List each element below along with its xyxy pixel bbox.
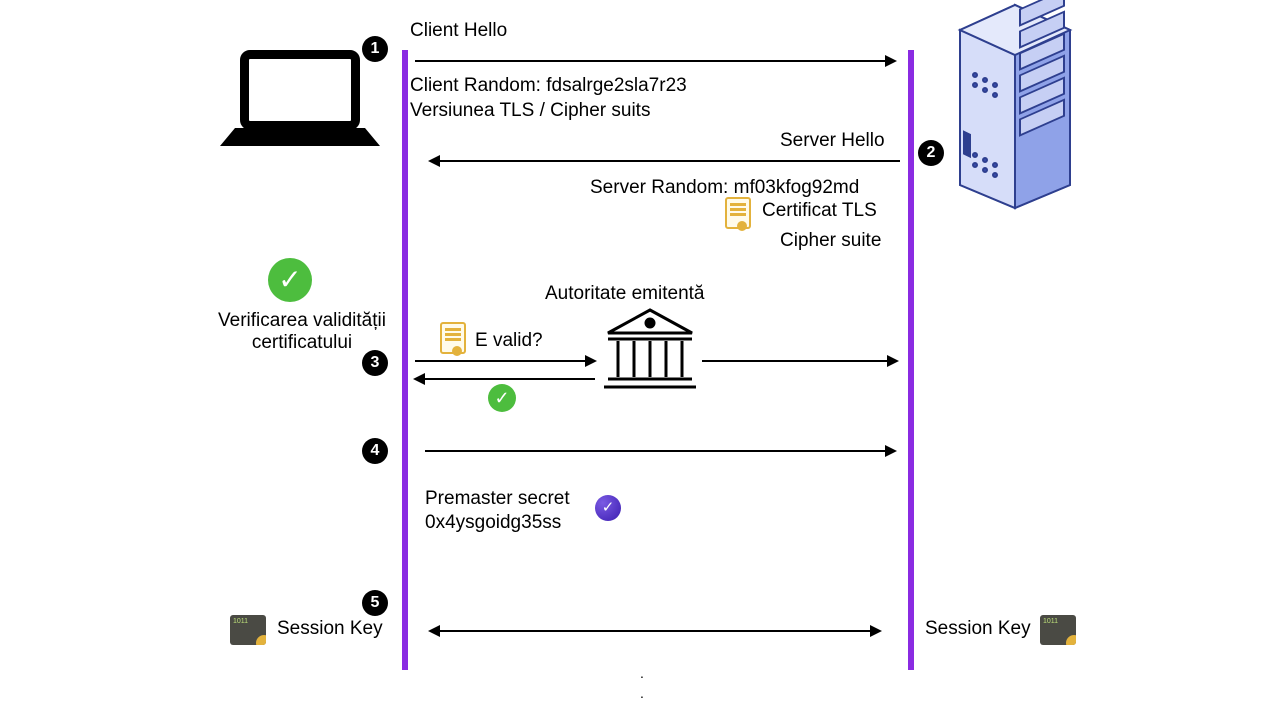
check-icon: ✓ <box>268 258 312 302</box>
arrow-authority-to-server <box>702 360 897 362</box>
shield-check-icon: ✓ <box>595 495 621 521</box>
step-5-badge: 5 <box>362 590 388 616</box>
client-lifeline <box>402 50 408 670</box>
valid-question: E valid? <box>475 330 543 352</box>
step-1-badge: 1 <box>362 36 388 62</box>
premaster-label: Premaster secret <box>425 488 570 510</box>
arrow-to-authority <box>415 360 595 362</box>
arrow-client-hello <box>415 60 895 62</box>
continuation-dot: . <box>640 665 644 681</box>
authority-building-icon <box>600 305 700 395</box>
server-random-label: Server Random: mf03kfog92md <box>590 177 859 199</box>
laptop-icon <box>220 50 380 160</box>
certificate-icon <box>725 197 751 229</box>
arrow-server-hello <box>430 160 900 162</box>
check-small-icon: ✓ <box>488 384 516 412</box>
server-rack-icon <box>940 0 1090 210</box>
session-key-right-icon <box>1040 615 1076 645</box>
premaster-value: 0x4ysgoidg35ss <box>425 512 561 534</box>
client-hello-label: Client Hello <box>410 20 507 42</box>
server-hello-label: Server Hello <box>780 130 885 152</box>
server-cert-label: Certificat TLS <box>762 200 877 222</box>
continuation-dot: . <box>640 685 644 701</box>
session-key-right-label: Session Key <box>925 618 1031 640</box>
session-key-left-label: Session Key <box>277 618 383 640</box>
validation-title: Verificarea validității certificatului <box>192 310 412 354</box>
server-lifeline <box>908 50 914 670</box>
arrow-premaster <box>425 450 895 452</box>
arrow-from-authority <box>415 378 595 380</box>
session-key-left-icon <box>230 615 266 645</box>
server-cipher-label: Cipher suite <box>780 230 881 252</box>
client-tls-version-label: Versiunea TLS / Cipher suits <box>410 100 650 122</box>
client-random-label: Client Random: fdsalrge2sla7r23 <box>410 75 687 97</box>
step-2-badge: 2 <box>918 140 944 166</box>
arrow-session-key <box>430 630 880 632</box>
authority-label: Autoritate emitentă <box>545 283 704 305</box>
certificate-icon-small <box>440 322 466 354</box>
step-3-badge: 3 <box>362 350 388 376</box>
step-4-badge: 4 <box>362 438 388 464</box>
